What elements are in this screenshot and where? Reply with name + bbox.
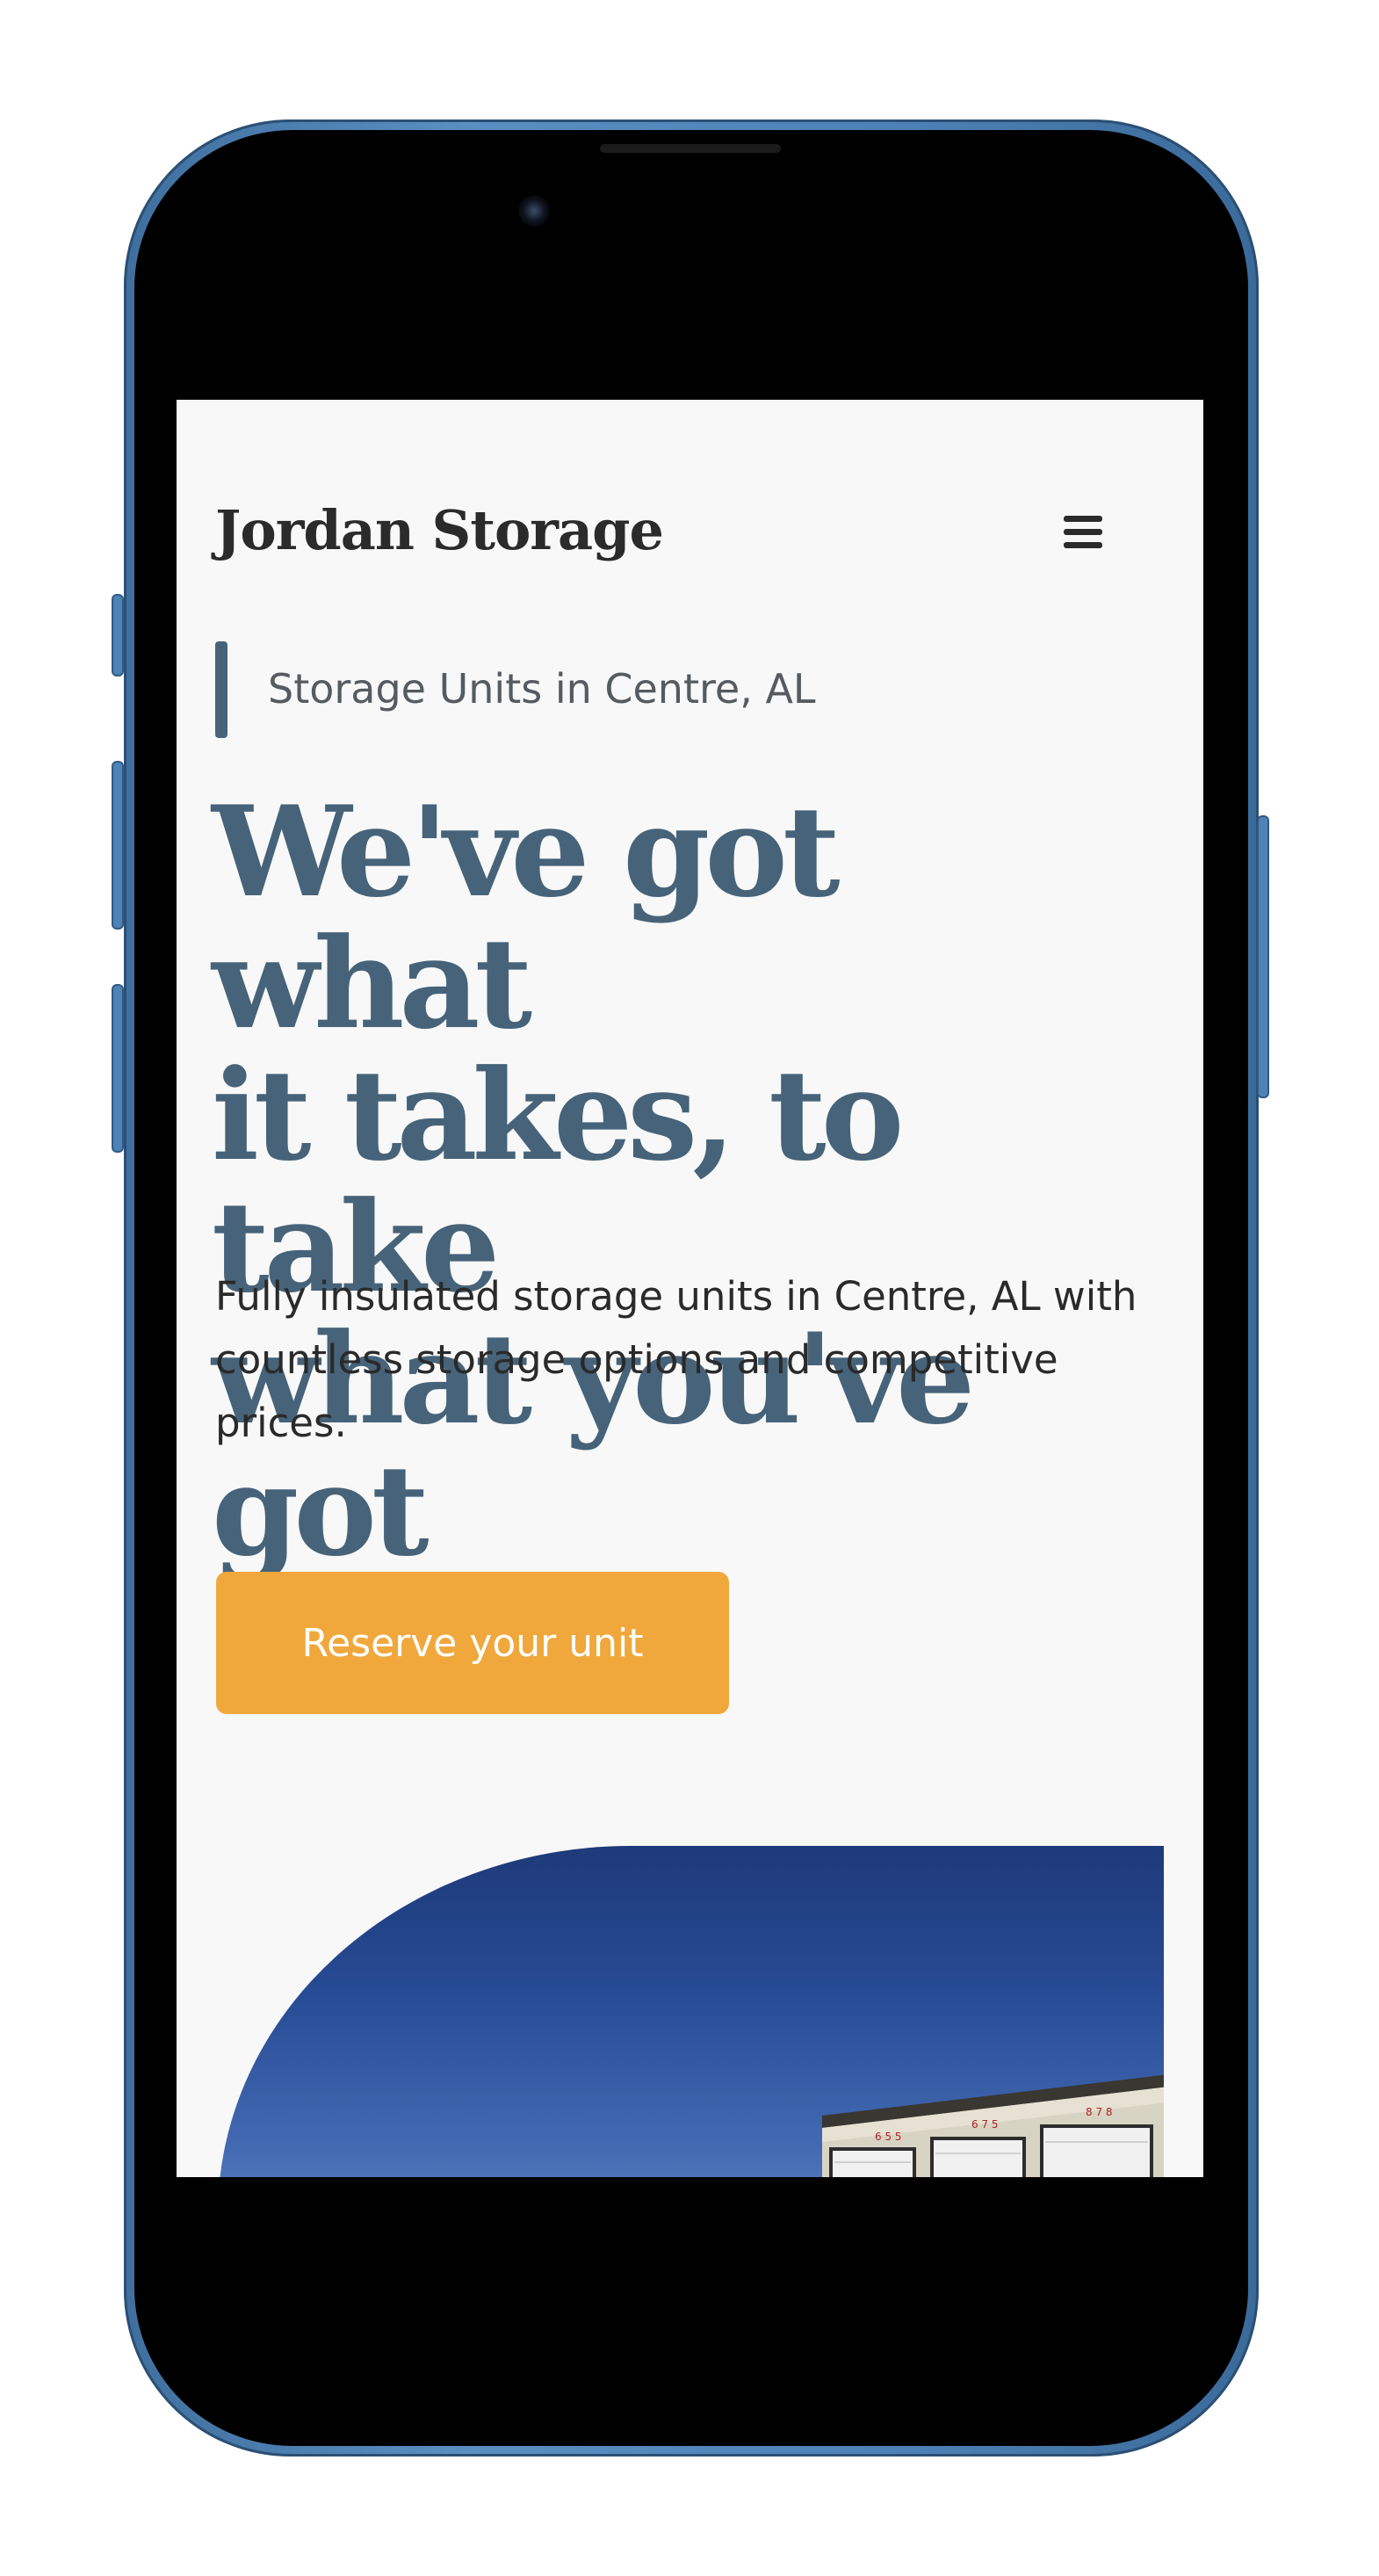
phone-silent-switch [112, 594, 124, 677]
eyebrow-accent-bar [215, 641, 227, 738]
svg-text:6 5 5: 6 5 5 [875, 2131, 902, 2143]
hamburger-menu-icon[interactable] [1064, 516, 1102, 548]
svg-text:8 7 8: 8 7 8 [1086, 2106, 1113, 2118]
hero-headline: We've got what it takes, to take what yo… [212, 786, 1178, 1577]
phone-screen: Jordan Storage Storage Units in Centre, … [177, 400, 1203, 2177]
phone-power-button [1257, 815, 1269, 1098]
phone-speaker [600, 144, 781, 153]
storage-building-photo: 6 5 5 6 7 5 8 7 8 [218, 1846, 1164, 2177]
hero-headline-line: We've got what [212, 779, 841, 1057]
phone-volume-up-button [112, 761, 124, 930]
phone-volume-down-button [112, 984, 124, 1153]
brand-logo[interactable]: Jordan Storage [215, 498, 664, 562]
hero-eyebrow: Storage Units in Centre, AL [268, 665, 816, 713]
svg-text:6 7 5: 6 7 5 [971, 2118, 999, 2131]
hero-description: Fully insulated storage units in Centre,… [215, 1273, 1137, 1446]
front-camera-icon [518, 195, 550, 227]
reserve-unit-button[interactable]: Reserve your unit [216, 1572, 729, 1714]
storage-building-illustration: 6 5 5 6 7 5 8 7 8 [822, 2074, 1164, 2177]
